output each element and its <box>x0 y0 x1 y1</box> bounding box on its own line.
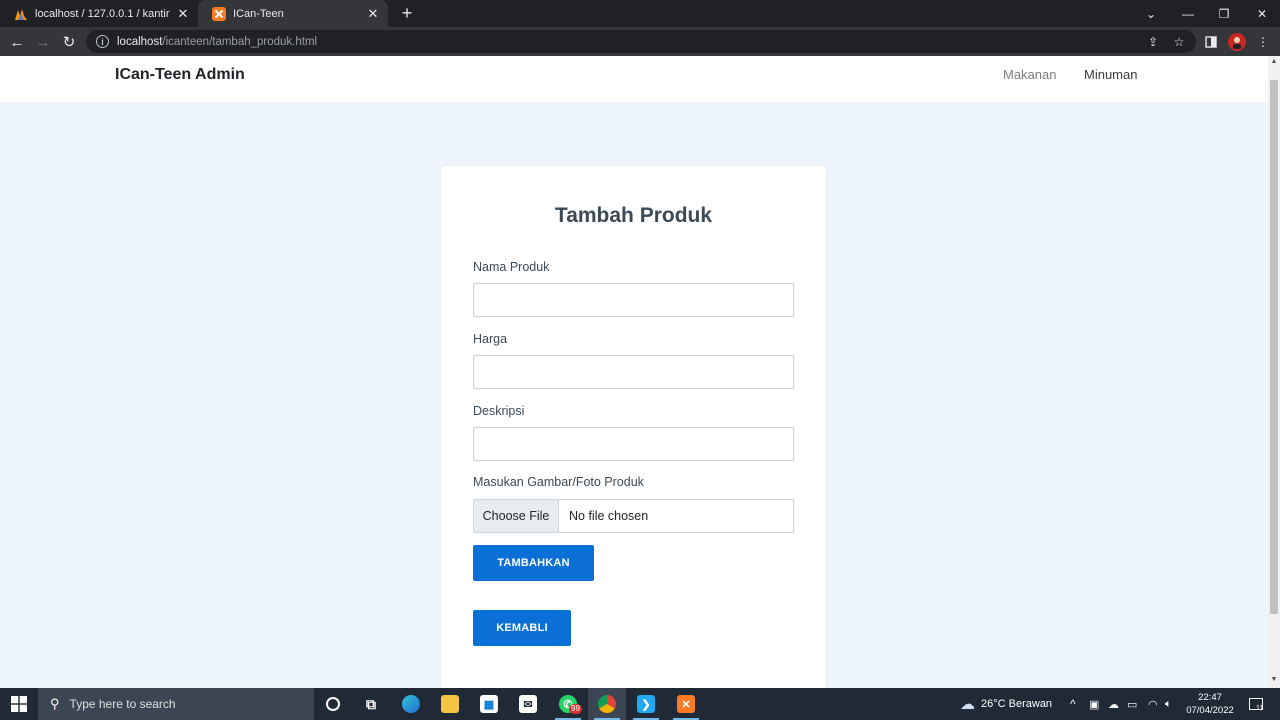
notification-count: 11 <box>1256 705 1264 712</box>
taskbar-search-placeholder: Type here to search <box>69 697 176 711</box>
microsoft-store-icon[interactable]: ▦ <box>470 688 508 720</box>
taskbar-search[interactable]: ⚲ Type here to search <box>38 688 314 720</box>
start-button[interactable] <box>0 688 38 720</box>
xampp-taskbar-icon[interactable]: ✕ <box>667 688 705 720</box>
scrollbar-thumb[interactable] <box>1270 80 1278 614</box>
harga-label: Harga <box>473 332 508 346</box>
close-icon[interactable]: ✕ <box>366 6 380 22</box>
share-icon[interactable]: ⇪ <box>1144 33 1162 51</box>
whatsapp-badge: 99 <box>569 704 582 714</box>
new-tab-button[interactable]: + <box>398 4 416 22</box>
info-icon[interactable]: i <box>96 35 109 48</box>
forward-button[interactable]: → <box>32 31 54 53</box>
side-panel-icon[interactable] <box>1202 33 1220 51</box>
wifi-icon[interactable]: ◠ <box>1148 688 1158 720</box>
tab-search-icon[interactable]: ⌄ <box>1133 0 1169 27</box>
url-path: /icanteen/tambah_produk.html <box>162 35 318 48</box>
nama-produk-label: Nama Produk <box>473 260 550 274</box>
tab-label: ICan-Teen <box>233 7 284 20</box>
menu-kebab-icon[interactable]: ⋮ <box>1254 33 1272 51</box>
clock-time: 22:47 <box>1198 692 1222 703</box>
gambar-label: Masukan Gambar/Foto Produk <box>473 475 644 489</box>
cloud-icon: ☁ <box>960 696 975 713</box>
tambahkan-button[interactable]: TAMBAHKAN <box>473 545 594 581</box>
edge-icon[interactable] <box>392 688 430 720</box>
battery-icon[interactable]: ▭ <box>1127 688 1137 720</box>
scroll-up-arrow-icon[interactable]: ▲ <box>1270 58 1278 66</box>
nav-link-minuman[interactable]: Minuman <box>1084 67 1137 82</box>
deskripsi-input[interactable] <box>473 427 794 461</box>
chrome-icon[interactable] <box>588 688 626 720</box>
browser-tab-icanteen[interactable]: ICan-Teen ✕ <box>198 0 388 27</box>
task-view-icon[interactable]: ⧉ <box>352 688 390 720</box>
phpmyadmin-icon <box>14 7 28 21</box>
harga-input[interactable] <box>473 355 794 389</box>
weather-widget[interactable]: ☁ 26°C Berawan <box>960 688 1052 720</box>
file-status-text: No file chosen <box>569 509 649 523</box>
window-close-button[interactable]: ✕ <box>1244 0 1280 27</box>
clock-date: 07/04/2022 <box>1186 705 1234 716</box>
page-title: Tambah Produk <box>554 204 713 227</box>
browser-toolbar: ← → ↻ i localhost/icanteen/tambah_produk… <box>0 27 1280 56</box>
weather-text: 26°C Berawan <box>981 698 1053 710</box>
restore-button[interactable]: ❐ <box>1206 0 1242 27</box>
show-hidden-icons-icon[interactable]: ^ <box>1070 688 1076 720</box>
close-icon[interactable]: ✕ <box>176 6 190 22</box>
profile-avatar[interactable] <box>1228 33 1246 51</box>
cortana-icon[interactable] <box>314 688 352 720</box>
file-input[interactable]: Choose File No file chosen <box>473 499 794 533</box>
windows-logo-icon <box>11 696 27 712</box>
search-icon: ⚲ <box>50 696 60 711</box>
whatsapp-icon[interactable]: ✆ 99 <box>549 688 587 720</box>
nama-produk-input[interactable] <box>473 283 794 317</box>
back-button[interactable]: ← <box>6 31 28 53</box>
page-scrollbar[interactable]: ▲ ▼ <box>1268 56 1280 688</box>
page-viewport: ICan-Teen Admin Makanan Minuman Tambah P… <box>0 56 1268 688</box>
deskripsi-label: Deskripsi <box>473 404 525 418</box>
browser-tab-phpmyadmin[interactable]: localhost / 127.0.0.1 / kantin / ad ✕ <box>0 0 198 27</box>
bookmark-star-icon[interactable]: ☆ <box>1170 33 1188 51</box>
add-product-card: Tambah Produk Nama Produk Harga Deskrips… <box>441 166 826 688</box>
browser-tab-strip: localhost / 127.0.0.1 / kantin / ad ✕ IC… <box>0 0 1280 27</box>
scroll-down-arrow-icon[interactable]: ▼ <box>1270 676 1278 684</box>
site-navbar: ICan-Teen Admin Makanan Minuman <box>0 56 1268 102</box>
file-explorer-icon[interactable] <box>431 688 469 720</box>
reload-button[interactable]: ↻ <box>58 31 80 53</box>
kembali-button[interactable]: KEMABLI <box>473 610 571 646</box>
meet-now-icon[interactable]: ▣ <box>1089 688 1099 720</box>
url-host: localhost <box>117 35 163 48</box>
address-bar[interactable]: i localhost/icanteen/tambah_produk.html <box>86 30 1196 53</box>
volume-icon[interactable]: 🔈︎ <box>1165 688 1172 720</box>
windows-taskbar: ⚲ Type here to search ⧉ ▦ ✉ ✆ 99 ❯ ✕ ☁ 2… <box>0 688 1280 720</box>
minimize-button[interactable]: — <box>1170 0 1206 27</box>
notification-center-icon[interactable]: 11 <box>1246 688 1266 720</box>
vscode-icon[interactable]: ❯ <box>627 688 665 720</box>
choose-file-button[interactable]: Choose File <box>474 500 559 532</box>
taskbar-clock[interactable]: 22:47 07/04/2022 <box>1182 691 1238 717</box>
onedrive-icon[interactable]: ☁ <box>1108 688 1119 720</box>
mail-icon[interactable]: ✉ <box>509 688 547 720</box>
nav-link-makanan[interactable]: Makanan <box>1003 67 1056 82</box>
tab-label: localhost / 127.0.0.1 / kantin / ad <box>35 7 170 20</box>
navbar-brand[interactable]: ICan-Teen Admin <box>115 66 245 84</box>
xampp-icon <box>212 6 226 21</box>
